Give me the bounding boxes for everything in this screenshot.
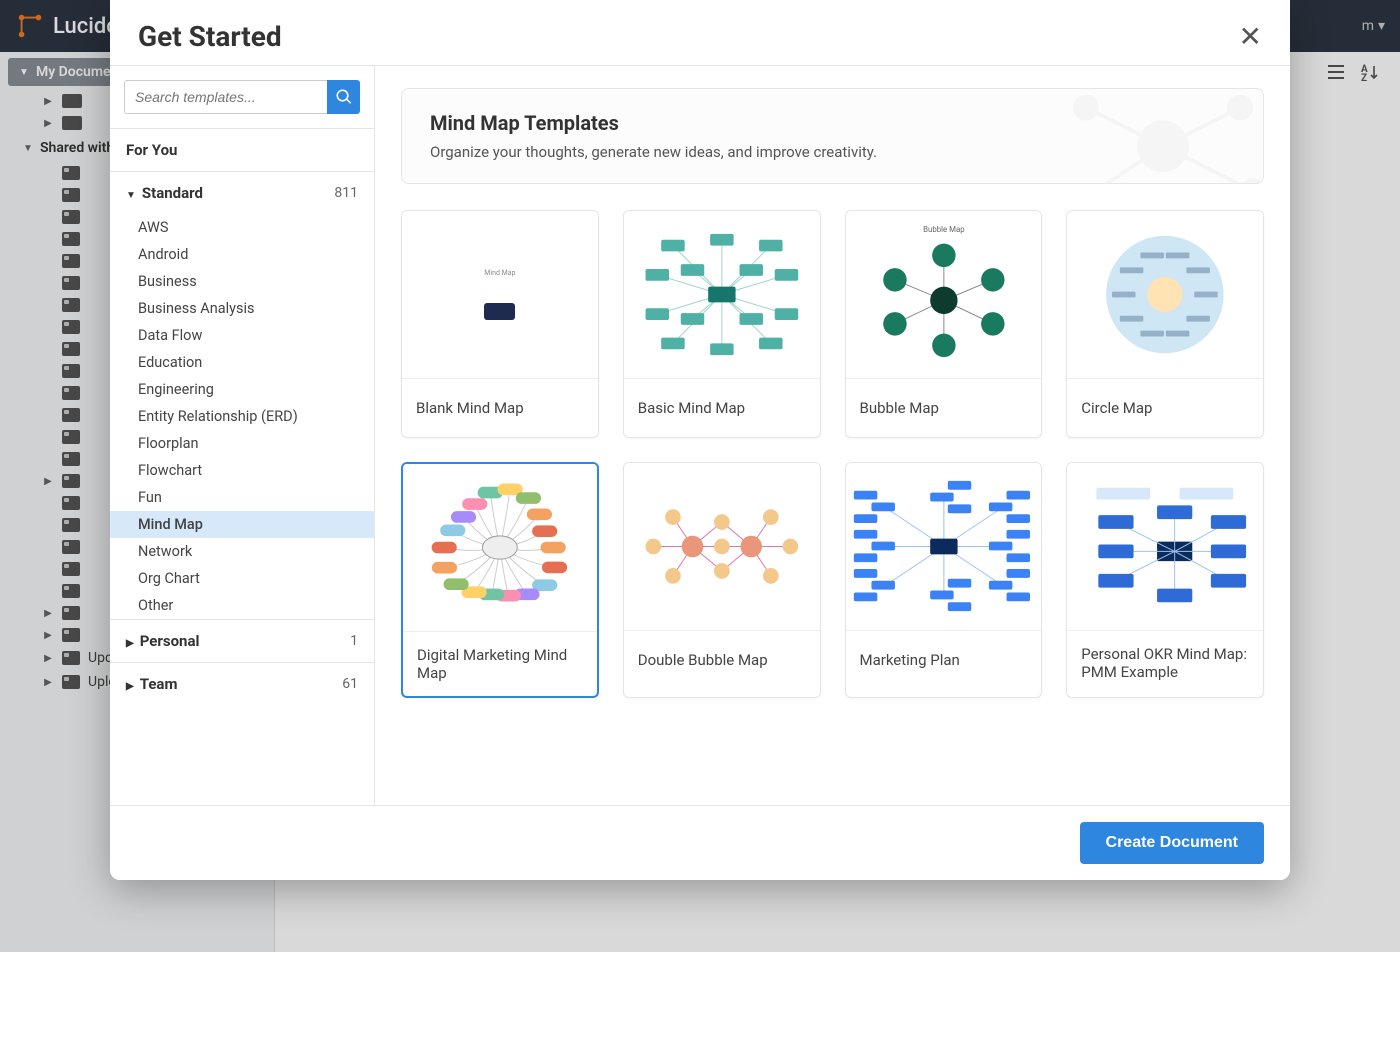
create-document-button[interactable]: Create Document bbox=[1080, 822, 1264, 864]
category-item[interactable]: Org Chart bbox=[110, 565, 374, 592]
category-item[interactable]: Network bbox=[110, 538, 374, 565]
template-preview bbox=[1067, 463, 1263, 631]
section-count: 811 bbox=[334, 185, 358, 201]
template-preview: Bubble Map bbox=[846, 211, 1042, 379]
template-preview bbox=[624, 463, 820, 631]
category-item[interactable]: AWS bbox=[110, 214, 374, 241]
search-input[interactable] bbox=[124, 80, 327, 114]
caret-right-icon: ▶ bbox=[126, 681, 134, 692]
get-started-modal: Get Started ✕ For You ▼Standard811AWSAnd… bbox=[110, 0, 1290, 880]
template-card[interactable]: Mind Map Blank Mind Map bbox=[401, 210, 599, 438]
banner-deco-icon bbox=[1033, 88, 1264, 184]
section-count: 61 bbox=[342, 676, 358, 692]
template-preview bbox=[846, 463, 1042, 631]
search-button[interactable] bbox=[327, 80, 360, 114]
template-label: Basic Mind Map bbox=[624, 379, 820, 437]
template-label: Circle Map bbox=[1067, 379, 1263, 437]
template-preview bbox=[1067, 211, 1263, 379]
category-item[interactable]: Fun bbox=[110, 484, 374, 511]
template-label: Marketing Plan bbox=[846, 631, 1042, 689]
templates-content: Mind Map Templates Organize your thought… bbox=[375, 66, 1290, 805]
section-for-you[interactable]: For You bbox=[110, 128, 374, 171]
template-card[interactable]: Double Bubble Map bbox=[623, 462, 821, 698]
close-icon[interactable]: ✕ bbox=[1239, 23, 1262, 51]
template-card[interactable]: Personal OKR Mind Map: PMM Example bbox=[1066, 462, 1264, 698]
template-card[interactable]: Digital Marketing Mind Map bbox=[401, 462, 599, 698]
template-categories-panel: For You ▼Standard811AWSAndroidBusinessBu… bbox=[110, 66, 375, 805]
search-icon bbox=[335, 88, 353, 106]
category-item[interactable]: Data Flow bbox=[110, 322, 374, 349]
category-item[interactable]: Engineering bbox=[110, 376, 374, 403]
template-card[interactable]: Circle Map bbox=[1066, 210, 1264, 438]
section-team[interactable]: ▶Team61 bbox=[110, 662, 374, 705]
template-preview: Mind Map bbox=[402, 211, 598, 379]
template-label: Double Bubble Map bbox=[624, 631, 820, 689]
template-card[interactable]: Bubble Map Bubble Map bbox=[845, 210, 1043, 438]
svg-text:Bubble Map: Bubble Map bbox=[923, 225, 965, 234]
template-preview bbox=[403, 464, 597, 632]
category-item[interactable]: Education bbox=[110, 349, 374, 376]
category-item[interactable]: Entity Relationship (ERD) bbox=[110, 403, 374, 430]
category-item[interactable]: Business bbox=[110, 268, 374, 295]
template-card[interactable]: Basic Mind Map bbox=[623, 210, 821, 438]
template-label: Personal OKR Mind Map: PMM Example bbox=[1067, 631, 1263, 695]
caret-down-icon: ▼ bbox=[126, 190, 136, 201]
section-count: 1 bbox=[350, 633, 358, 649]
caret-right-icon: ▶ bbox=[126, 638, 134, 649]
category-item[interactable]: Floorplan bbox=[110, 430, 374, 457]
section-personal[interactable]: ▶Personal1 bbox=[110, 619, 374, 662]
template-label: Bubble Map bbox=[846, 379, 1042, 437]
category-item[interactable]: Mind Map bbox=[110, 511, 374, 538]
template-label: Digital Marketing Mind Map bbox=[403, 632, 597, 696]
category-item[interactable]: Flowchart bbox=[110, 457, 374, 484]
section-standard[interactable]: ▼Standard811 bbox=[110, 171, 374, 214]
category-banner: Mind Map Templates Organize your thought… bbox=[401, 88, 1264, 184]
template-label: Blank Mind Map bbox=[402, 379, 598, 437]
category-item[interactable]: Android bbox=[110, 241, 374, 268]
modal-title: Get Started bbox=[138, 20, 282, 53]
template-preview bbox=[624, 211, 820, 379]
category-item[interactable]: Business Analysis bbox=[110, 295, 374, 322]
template-card[interactable]: Marketing Plan bbox=[845, 462, 1043, 698]
category-item[interactable]: Other bbox=[110, 592, 374, 619]
